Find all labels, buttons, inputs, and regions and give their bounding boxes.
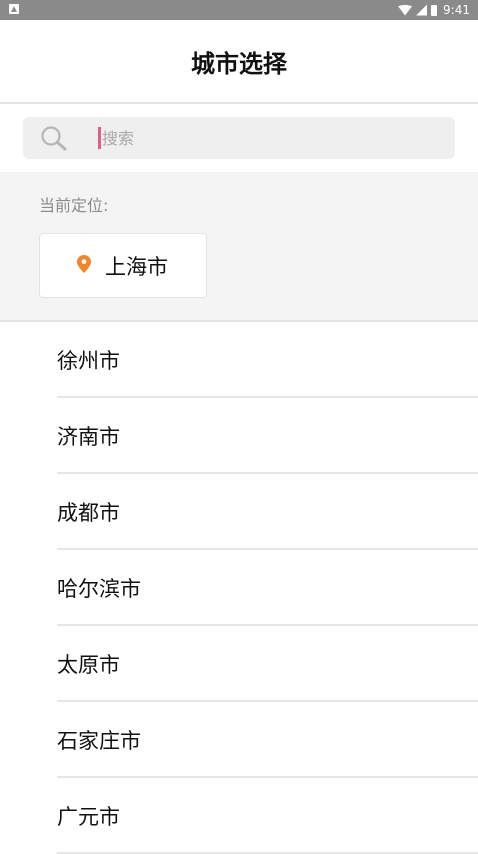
city-list-item[interactable]: 太原市 xyxy=(57,626,478,702)
battery-icon xyxy=(431,4,438,16)
city-name: 哈尔滨市 xyxy=(57,577,141,601)
page-title: 城市选择 xyxy=(191,50,287,78)
current-location-label: 当前定位: xyxy=(39,196,109,215)
search-box[interactable] xyxy=(23,117,455,159)
city-name: 济南市 xyxy=(57,425,120,449)
signal-icon xyxy=(416,4,428,16)
status-bar: 9:41 xyxy=(0,0,478,20)
city-list-item[interactable]: 哈尔滨市 xyxy=(57,550,478,626)
search-input[interactable] xyxy=(102,123,442,153)
city-list-item[interactable]: 徐州市 xyxy=(57,322,478,398)
search-icon xyxy=(41,126,67,151)
city-list-item[interactable]: 石家庄市 xyxy=(57,702,478,778)
notification-icon xyxy=(9,4,19,14)
header: 城市选择 xyxy=(0,20,478,104)
city-name: 徐州市 xyxy=(57,349,120,373)
current-location-button[interactable]: 上海市 xyxy=(39,233,207,298)
current-location-city: 上海市 xyxy=(105,255,168,279)
city-name: 石家庄市 xyxy=(57,729,141,753)
status-time: 9:41 xyxy=(443,3,470,17)
search-section xyxy=(0,104,478,172)
city-name: 太原市 xyxy=(57,653,120,677)
city-name: 广元市 xyxy=(57,805,120,829)
city-list-item[interactable]: 广元市 xyxy=(57,778,478,854)
city-name: 成都市 xyxy=(57,501,120,525)
city-list: 徐州市 济南市 成都市 哈尔滨市 太原市 石家庄市 广元市 xyxy=(0,322,478,854)
city-list-item[interactable]: 济南市 xyxy=(57,398,478,474)
current-location-section: 当前定位: 上海市 xyxy=(0,172,478,322)
wifi-icon xyxy=(398,4,413,16)
city-list-item[interactable]: 成都市 xyxy=(57,474,478,550)
text-cursor xyxy=(98,127,101,149)
location-pin-icon xyxy=(77,255,91,273)
